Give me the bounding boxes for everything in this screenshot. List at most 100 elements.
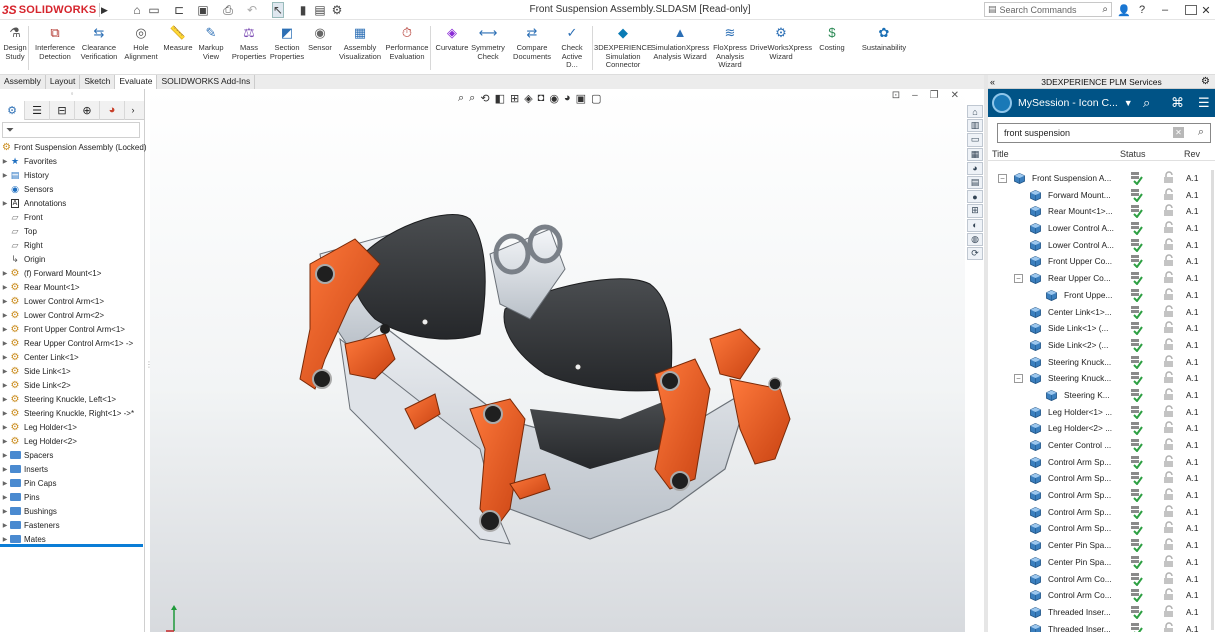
expand-arrow-icon[interactable]: ▶	[1, 284, 9, 291]
lock-icon[interactable]	[1163, 455, 1174, 468]
3dexperience-tab-icon[interactable]: ●	[967, 190, 983, 204]
dimxpert-tab-icon[interactable]: ⊕	[75, 100, 100, 120]
column-rev[interactable]: Rev	[1184, 149, 1200, 159]
maturity-status-icon[interactable]	[1130, 521, 1143, 536]
result-row[interactable]: Leg Holder<1> ... A.1	[988, 404, 1215, 421]
graphics-area[interactable]: ⌕ ⌕ ⟲ ◧ ⊞ ◈ ◘ ◉ ◕ ▣ ▢ ⊡ – ❐ ✕	[150, 89, 965, 632]
maturity-status-icon[interactable]	[1130, 238, 1143, 253]
ribbon-button-simulationxpress[interactable]: ▲ SimulationXpress Analysis Wizard	[651, 25, 709, 61]
expand-arrow-icon[interactable]: ▶	[1, 382, 9, 389]
expand-arrow-icon[interactable]: ▶	[1, 522, 9, 529]
maturity-status-icon[interactable]	[1130, 588, 1143, 603]
maturity-status-icon[interactable]	[1130, 271, 1143, 286]
expand-arrow-icon[interactable]: ▶	[1, 200, 9, 207]
feature-tree-tab-icon[interactable]: ⚙	[0, 100, 25, 120]
view-settings-icon[interactable]: ▢	[591, 92, 601, 105]
lock-icon[interactable]	[1163, 254, 1174, 267]
lock-icon[interactable]	[1163, 304, 1174, 318]
search-icon[interactable]: ⌕	[1102, 4, 1108, 15]
ribbon-button-floxpress[interactable]: ≋ FloXpress Analysis Wizard	[712, 25, 748, 70]
result-row[interactable]: Threaded Inser... A.1	[988, 621, 1215, 632]
marketplace-tab-icon[interactable]: ◍	[967, 232, 983, 246]
lock-icon[interactable]	[1163, 371, 1174, 384]
cm-tab-evaluate[interactable]: Evaluate	[115, 75, 158, 89]
appearances-tab-icon[interactable]: ◕	[967, 161, 983, 175]
expand-arrow-icon[interactable]: ▶	[1, 340, 9, 347]
tree-filter-icon[interactable]: ⏷	[2, 122, 140, 138]
ribbon-button-hole-alignment[interactable]: ◎ Hole Alignment	[123, 25, 159, 61]
lock-icon[interactable]	[1163, 471, 1174, 484]
lock-icon[interactable]	[1163, 404, 1174, 418]
maturity-status-icon[interactable]	[1130, 605, 1143, 620]
tree-component[interactable]: ▶ ⚙ Rear Mount<1>	[0, 280, 145, 294]
result-row[interactable]: Control Arm Sp... A.1	[988, 504, 1215, 521]
ribbon-button-compare[interactable]: ⇄ Compare Documents	[513, 25, 551, 61]
menu-expand-arrow-icon[interactable]: ▶	[99, 3, 109, 17]
zoom-to-area-icon[interactable]: ⌕	[469, 92, 475, 105]
tree-root-assembly[interactable]: ⚙ Front Suspension Assembly (Locked)	[0, 140, 146, 154]
lock-icon[interactable]	[1163, 538, 1174, 551]
ribbon-button-symmetry[interactable]: ⟷ Symmetry Check	[471, 25, 505, 61]
lock-icon[interactable]	[1163, 204, 1174, 217]
expand-arrow-icon[interactable]: ▶	[1, 354, 9, 361]
ribbon-button-section-properties[interactable]: ◩ Section Properties	[268, 25, 306, 61]
viewport-close-icon[interactable]: ✕	[951, 90, 959, 101]
lock-icon[interactable]	[1163, 338, 1174, 351]
result-row[interactable]: Steering Knuck... A.1	[988, 354, 1215, 371]
collapse-panel-icon[interactable]: «	[990, 75, 995, 89]
tree-component[interactable]: ▶ ⚙ Leg Holder<2>	[0, 434, 145, 448]
expand-arrow-icon[interactable]: ▶	[1, 536, 9, 543]
lock-icon[interactable]	[1163, 588, 1174, 601]
maturity-status-icon[interactable]	[1130, 388, 1143, 403]
suspension-3d-model[interactable]	[150, 89, 965, 632]
maturity-status-icon[interactable]	[1130, 188, 1143, 203]
design-library-tab-icon[interactable]: ▥	[967, 119, 983, 133]
hide-show-items-icon[interactable]: ◉	[549, 92, 559, 105]
tree-component[interactable]: ▶ ⚙ Lower Control Arm<1>	[0, 294, 145, 308]
ribbon-button-interference[interactable]: ⧉ Interference Detection	[34, 25, 76, 61]
panel-grip-icon[interactable]: ◦	[0, 89, 144, 101]
tree-component[interactable]: ▶ ⚙ Front Upper Control Arm<1>	[0, 322, 145, 336]
result-row[interactable]: Control Arm Co... A.1	[988, 587, 1215, 604]
property-manager-tab-icon[interactable]: ☰	[25, 100, 50, 120]
tree-folder[interactable]: ▶ Pins	[0, 490, 145, 504]
tag-icon[interactable]: ⌘	[1171, 95, 1184, 111]
maturity-status-icon[interactable]	[1130, 204, 1143, 219]
ribbon-button-driveworks[interactable]: ⚙ DriveWorksXpress Wizard	[750, 25, 812, 61]
save-icon[interactable]: ▣	[196, 2, 210, 18]
ribbon-button-curvature[interactable]: ◈ Curvature	[435, 25, 469, 53]
tree-component[interactable]: ▶ ⚙ Lower Control Arm<2>	[0, 308, 145, 322]
ribbon-button-simulation-connector[interactable]: ◆ 3DEXPERIENCE Simulation Connector	[594, 25, 652, 70]
tree-folder[interactable]: ▶ Pin Caps	[0, 476, 145, 490]
file-properties-icon[interactable]: ▤	[314, 2, 326, 18]
lock-icon[interactable]	[1163, 188, 1174, 201]
minimize-icon[interactable]: –	[1160, 2, 1170, 18]
maturity-status-icon[interactable]	[1130, 254, 1143, 269]
maturity-status-icon[interactable]	[1130, 488, 1143, 503]
ribbon-button-clearance[interactable]: ⇆ Clearance Verification	[80, 25, 118, 61]
bookmark-tab-icon[interactable]: ◐	[967, 218, 983, 232]
lock-icon[interactable]	[1163, 171, 1174, 184]
expand-arrow-icon[interactable]: ▶	[1, 494, 9, 501]
maturity-status-icon[interactable]	[1130, 421, 1143, 436]
plm-services-tab-icon[interactable]: ⊞	[967, 204, 983, 218]
result-row[interactable]: Front Uppe... A.1	[988, 287, 1215, 304]
result-row[interactable]: Center Link<1>... A.1	[988, 304, 1215, 321]
result-row[interactable]: − Front Suspension A... A.1	[988, 170, 1215, 187]
expand-arrow-icon[interactable]: ▶	[1, 424, 9, 431]
expand-arrow-icon[interactable]: ▶	[1, 508, 9, 515]
maturity-status-icon[interactable]	[1130, 455, 1143, 470]
lock-icon[interactable]	[1163, 605, 1174, 618]
lock-icon[interactable]	[1163, 571, 1174, 585]
panel-settings-gear-icon[interactable]: ⚙	[1201, 75, 1210, 89]
zoom-to-fit-icon[interactable]: ⌕	[458, 92, 464, 105]
tree-component[interactable]: ▶ ⚙ Steering Knuckle, Right<1> ->*	[0, 406, 145, 420]
lock-icon[interactable]	[1163, 388, 1174, 401]
restore-window-icon[interactable]	[1185, 5, 1197, 15]
maturity-status-icon[interactable]	[1130, 288, 1143, 303]
apply-scene-icon[interactable]: ▣	[576, 92, 586, 105]
collapse-toggle-icon[interactable]: −	[1014, 374, 1023, 384]
result-row[interactable]: Side Link<2> (... A.1	[988, 337, 1215, 354]
dynamic-annotation-icon[interactable]: ⊞	[510, 92, 519, 105]
maturity-status-icon[interactable]	[1130, 555, 1143, 570]
